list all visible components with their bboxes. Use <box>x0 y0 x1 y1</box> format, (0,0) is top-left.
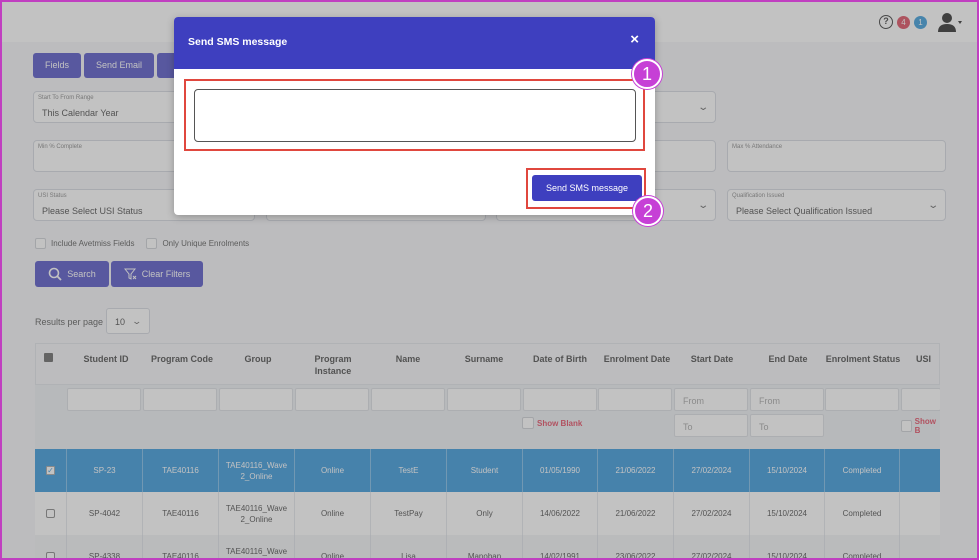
modal-header: Send SMS message × <box>174 17 655 69</box>
highlight-box-1 <box>184 79 645 151</box>
modal-title: Send SMS message <box>188 36 288 48</box>
close-icon[interactable]: × <box>630 31 639 48</box>
page: ? 4 1 Fields Send Email Start To From Ra… <box>2 2 977 558</box>
annotation-number-2: 2 <box>633 196 663 226</box>
annotation-number-1: 1 <box>632 59 662 89</box>
highlight-box-2 <box>526 168 646 209</box>
